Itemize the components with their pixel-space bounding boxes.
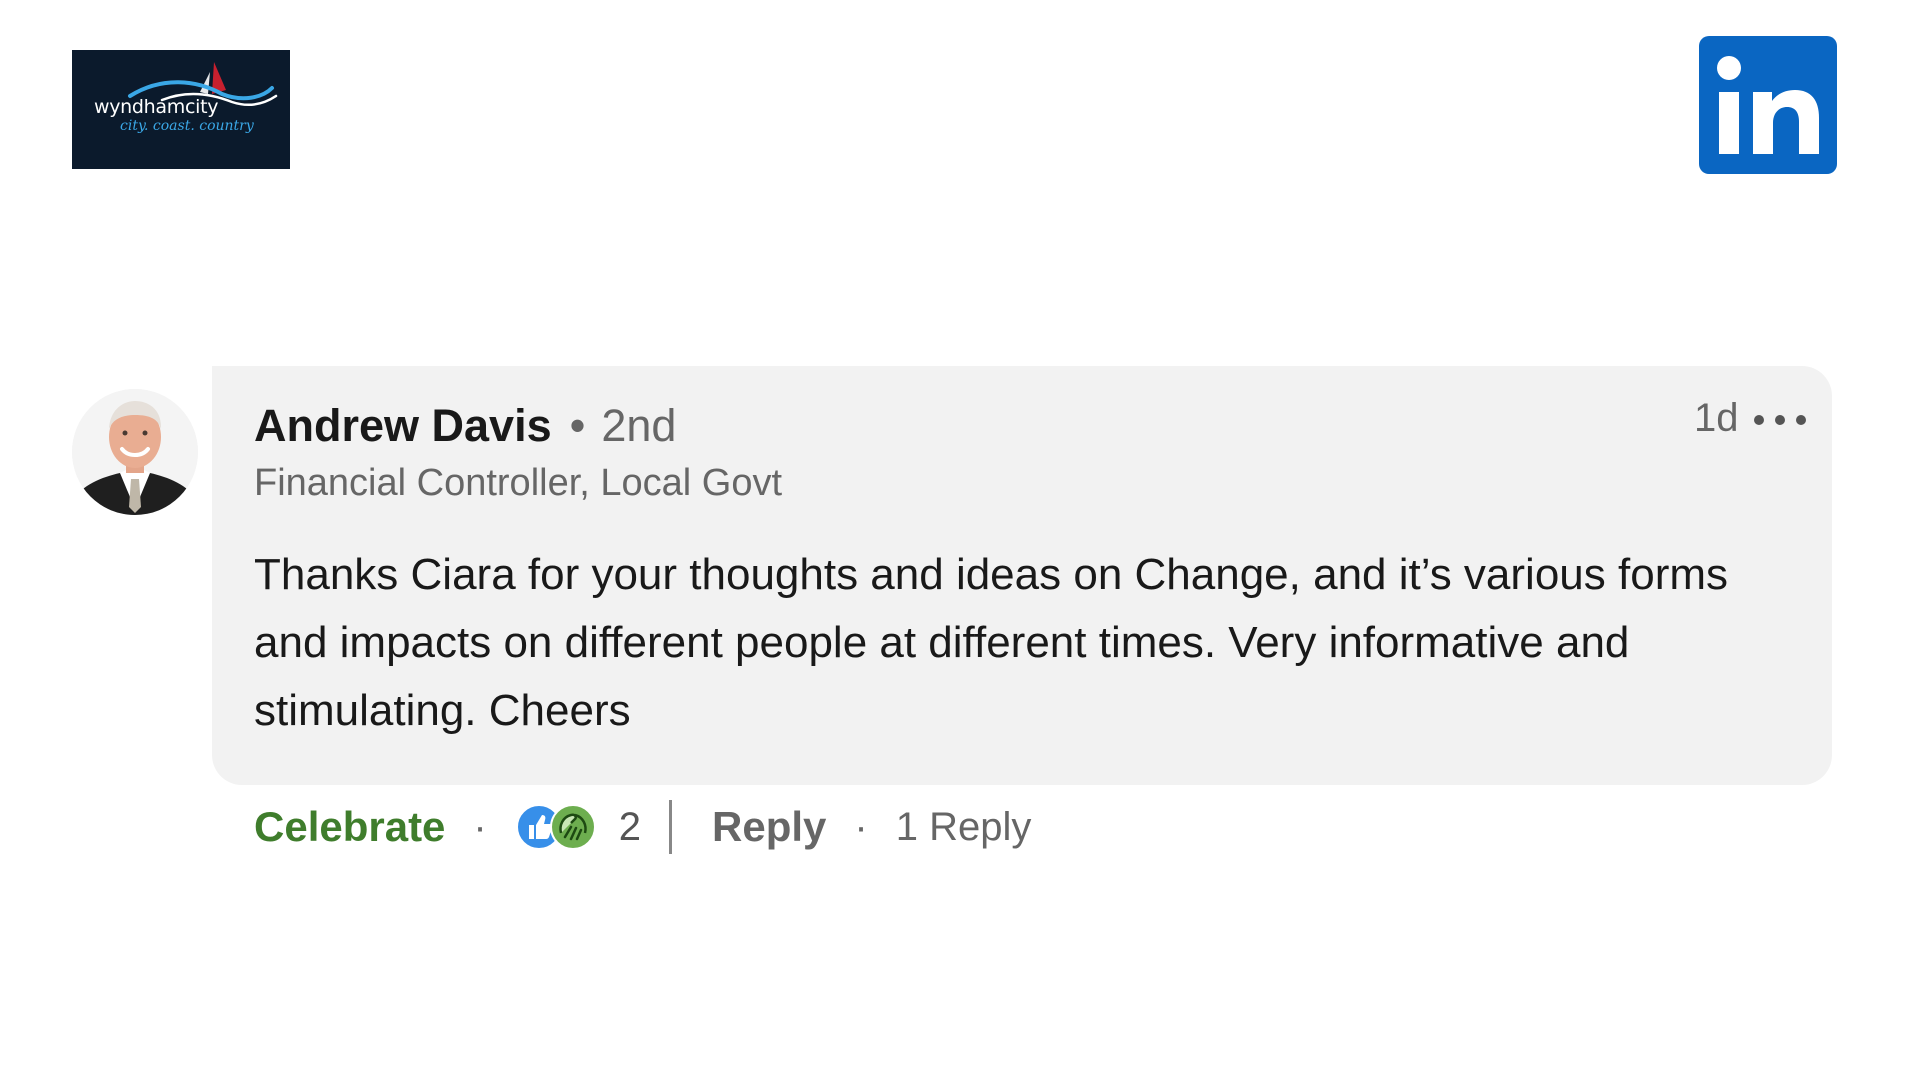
author-name[interactable]: Andrew Davis: [254, 400, 552, 452]
linkedin-logo: [1699, 36, 1837, 174]
ellipsis-dot: [1796, 415, 1806, 425]
comment-text: Thanks Ciara for your thoughts and ideas…: [254, 550, 1728, 735]
linkedin-icon: [1717, 56, 1819, 154]
comment-author-line: Andrew Davis • 2nd: [254, 398, 676, 454]
organization-logo: wyndhamcity city. coast. country: [72, 50, 290, 169]
avatar-photo: [72, 389, 198, 515]
reaction-icons[interactable]: [515, 801, 607, 853]
organization-tagline: city. coast. country: [120, 118, 254, 134]
reaction-count[interactable]: 2: [619, 805, 641, 850]
reply-button[interactable]: Reply: [712, 803, 826, 851]
celebrate-button[interactable]: Celebrate: [254, 803, 445, 851]
replies-count-link[interactable]: 1 Reply: [896, 805, 1032, 850]
separator-dot: ·: [854, 804, 868, 849]
author-headline: Financial Controller, Local Govt: [254, 462, 783, 504]
ellipsis-dot: [1754, 415, 1764, 425]
more-options-button[interactable]: [1754, 404, 1806, 436]
celebrate-icon: [549, 804, 596, 850]
divider: [669, 800, 672, 854]
comment-actions: Celebrate · 2 Reply · 1 Reply: [254, 797, 1031, 857]
avatar[interactable]: [72, 389, 198, 515]
separator-dot: •: [569, 400, 586, 451]
organization-name: wyndhamcity: [94, 96, 219, 118]
connection-degree: 2nd: [601, 400, 677, 451]
separator-dot: ·: [473, 804, 487, 849]
comment-timestamp: 1d: [1694, 396, 1739, 440]
ellipsis-dot: [1775, 415, 1785, 425]
